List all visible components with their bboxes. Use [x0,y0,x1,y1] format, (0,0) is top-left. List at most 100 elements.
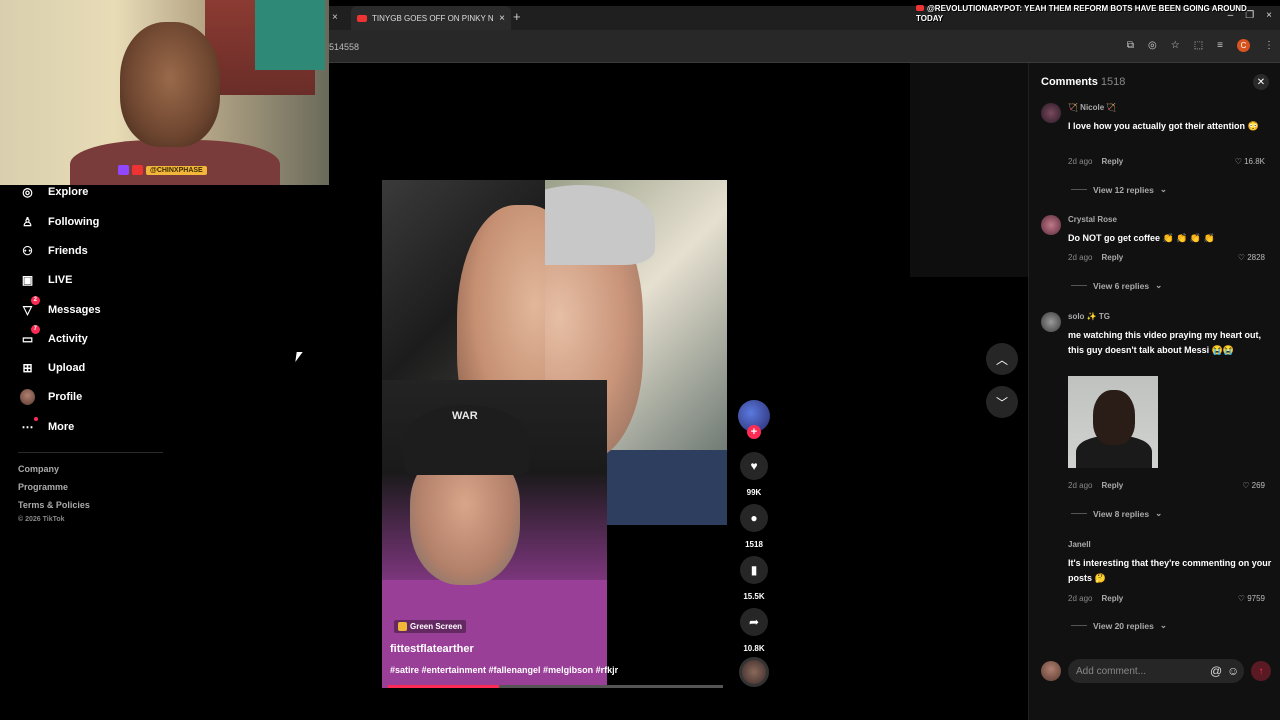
reply-button[interactable]: Reply [1101,157,1123,166]
comment-input-row: @ ☺ ↑ [1041,659,1273,683]
video-progress-bar[interactable] [388,685,723,688]
sidebar-item-following[interactable]: ♙ Following [20,214,99,229]
heart-outline-icon: ♡ [1237,253,1248,262]
video-player[interactable]: WAR Green Screen fittestflatearther #sat… [382,180,727,688]
sidebar-item-upload[interactable]: ⊞ Upload [20,360,85,375]
comment-meta: 2d ago Reply [1068,253,1123,262]
save-action[interactable]: ▮ 15.5K [737,556,771,601]
profile-avatar[interactable]: C [1237,39,1250,52]
comment-user[interactable]: 🏹 Nicole 🏹 [1068,103,1116,112]
sidebar-item-messages[interactable]: ▽ 2 Messages [20,296,101,317]
bookmark-icon[interactable]: ▮ [740,556,768,584]
sidebar-item-label: Following [48,215,100,228]
user-follow-icon: ♙ [22,214,33,229]
view-replies-button[interactable]: View 6 replies ⌄ [1071,280,1162,291]
comment-likes[interactable]: ♡ 9759 [1238,594,1265,603]
comments-panel: Comments 1518 ✕ 🏹 Nicole 🏹 I love how you… [1028,63,1280,720]
menu-dots-icon[interactable]: ⋮ [1264,40,1274,51]
sound-avatar[interactable] [739,657,769,687]
extensions-icon[interactable]: ⬚ [1194,40,1203,51]
video-author[interactable]: fittestflatearther [390,643,474,655]
green-screen-creator: WAR [382,380,607,688]
comment-user[interactable]: Janell [1068,540,1091,549]
comment-count: 1518 [745,540,763,549]
heart-icon[interactable]: ♥ [740,452,768,480]
avatar[interactable] [1041,540,1061,560]
heart-outline-icon: ♡ [1237,594,1248,603]
view-replies-label: View 20 replies [1093,620,1154,631]
avatar[interactable] [1041,215,1061,235]
sidebar-item-live[interactable]: ▣ LIVE [20,272,73,287]
footer-link-programme[interactable]: Programme [18,482,68,492]
video-hashtags[interactable]: #satire #entertainment #fallenangel #mel… [390,665,618,675]
comment-likes[interactable]: ♡ 16.8K [1235,157,1265,166]
send-arrow-icon[interactable]: ↑ [1251,661,1271,681]
next-video-button[interactable]: ﹀ [986,386,1018,418]
comments-header: Comments 1518 [1041,76,1125,88]
reply-button[interactable]: Reply [1101,481,1123,490]
previous-video-button[interactable]: ︿ [986,343,1018,375]
toolbar-icons: ⧉ ◎ ☆ ⬚ ≡ C ⋮ [1127,39,1274,52]
comment-action[interactable]: ● 1518 [737,504,771,549]
like-action[interactable]: ♥ 99K [737,452,771,497]
effect-icon [398,622,407,631]
comment-likes[interactable]: ♡ 269 [1242,481,1265,490]
media-icon[interactable]: ≡ [1217,40,1223,51]
tab-close-icon[interactable]: × [332,12,338,23]
view-replies-button[interactable]: View 12 replies ⌄ [1071,184,1167,195]
footer-link-company[interactable]: Company [18,464,59,474]
tab-close-icon[interactable]: × [499,13,505,24]
sidebar-item-explore[interactable]: ◎ Explore [20,184,88,199]
avatar[interactable] [1041,312,1061,332]
comment-image[interactable] [1068,376,1158,468]
view-replies-button[interactable]: View 8 replies ⌄ [1071,508,1162,519]
twitch-icon [118,165,129,175]
comment-user[interactable]: solo ✨ TG [1068,312,1110,321]
reply-button[interactable]: Reply [1101,594,1123,603]
emoji-icon[interactable]: ☺ [1227,664,1239,678]
comment-bubble-icon[interactable]: ● [740,504,768,532]
mention-at-icon[interactable]: @ [1210,664,1222,678]
sidebar-item-profile[interactable]: Profile [20,388,82,405]
window-close-icon[interactable]: × [1266,10,1272,21]
photo-face [1093,390,1135,445]
comment-item: Crystal Rose Do NOT go get coffee 👏 👏 👏 … [1041,215,1273,275]
sidebar-item-label: More [48,420,75,433]
copyright: © 2026 TikTok [18,516,65,523]
green-screen-effect-tag[interactable]: Green Screen [394,620,467,633]
friends-icon: ⚇ [22,243,33,258]
comment-item: solo ✨ TG me watching this video praying… [1041,312,1273,492]
comment-text: Do NOT go get coffee 👏 👏 👏 👏 [1068,233,1215,243]
new-tab-button[interactable]: + [513,9,521,24]
live-tv-icon: ▣ [21,272,34,287]
view-replies-button[interactable]: View 20 replies ⌄ [1071,620,1167,631]
eye-off-icon[interactable]: ◎ [1148,40,1157,51]
comment-meta: 2d ago Reply [1068,481,1123,490]
mouse-cursor-icon [295,352,303,362]
follow-button[interactable]: + [747,425,761,439]
bookmark-star-icon[interactable]: ☆ [1171,40,1180,51]
comment-like-count: 2828 [1247,253,1265,262]
save-count: 15.5K [743,592,765,601]
share-arrow-icon[interactable]: ➦ [740,608,768,636]
sidebar-item-friends[interactable]: ⚇ Friends [20,243,88,258]
sidebar-item-label: Upload [48,361,86,374]
share-action[interactable]: ➦ 10.8K [737,608,771,653]
sidebar-item-activity[interactable]: ▭ 7 Activity [20,325,88,346]
video-progress-fill [388,685,499,688]
reply-button[interactable]: Reply [1101,253,1123,262]
comment-meta: 2d ago Reply [1068,594,1123,603]
comment-likes[interactable]: ♡ 2828 [1238,253,1265,262]
avatar [1041,661,1061,681]
install-icon[interactable]: ⧉ [1127,40,1134,51]
browser-tab[interactable]: TINYGB GOES OFF ON PINKY N × [351,6,511,30]
close-icon[interactable]: ✕ [1253,74,1269,90]
footer-link-terms[interactable]: Terms & Policies [18,500,90,510]
url-text[interactable]: 514558 [329,42,359,52]
streamer-handle-tag: @CHINXPHASE [118,165,207,175]
sidebar-item-more[interactable]: ⋯ More [20,417,75,434]
comment-user[interactable]: Crystal Rose [1068,215,1117,224]
heart-outline-icon: ♡ [1234,157,1245,166]
avatar[interactable] [1041,103,1061,123]
chevron-down-icon: ⌄ [1159,184,1167,194]
